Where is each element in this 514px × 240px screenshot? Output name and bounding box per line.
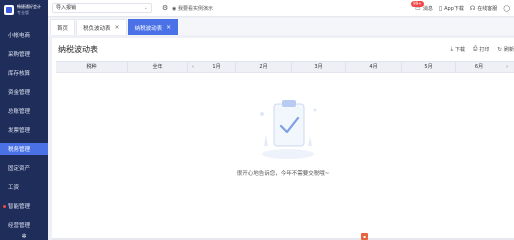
column-header-month: 1月 bbox=[198, 62, 236, 73]
empty-state-message: 很开心地告诉您，今年不需要交税哦~ bbox=[236, 171, 330, 177]
sidebar-item-label: 发票管理 bbox=[8, 128, 31, 134]
column-header-tax-type: 税种 bbox=[56, 62, 128, 73]
gear-icon[interactable]: ⚙ bbox=[162, 4, 170, 12]
tab-label: 税负波动表 bbox=[83, 25, 111, 32]
demo-link[interactable]: ◉ 我要看实例演示 bbox=[172, 5, 213, 12]
chevron-left-icon[interactable]: ‹ bbox=[188, 62, 198, 73]
chevron-right-icon[interactable]: › bbox=[502, 62, 512, 73]
app-download-button[interactable]: ▯ App下载 bbox=[439, 5, 464, 12]
sidebar-item-funds[interactable]: 资金管理 bbox=[0, 86, 48, 98]
sidebar-item-label: 固定资产 bbox=[8, 166, 31, 172]
tab-tax-fluctuation[interactable]: 纳税波动表 × bbox=[127, 19, 179, 35]
empty-state-illustration bbox=[260, 100, 317, 159]
sidebar-item-label: 经营管理 bbox=[8, 223, 31, 229]
print-icon: ⎙ bbox=[472, 46, 478, 52]
feedback-icon[interactable]: ▪ bbox=[361, 233, 368, 240]
company-selector[interactable]: 导入报销 ⌄ bbox=[52, 3, 152, 13]
refresh-icon: ↻ bbox=[497, 46, 502, 53]
close-icon[interactable]: × bbox=[166, 24, 171, 31]
sidebar-item-label: 资金管理 bbox=[8, 90, 31, 96]
toolbar: ⤓ 下载 ⎙ 打印 ↻ 刷新 bbox=[451, 46, 514, 53]
sidebar-item-business[interactable]: 经营管理 bbox=[0, 219, 48, 231]
sidebar-item-tax[interactable]: 税务管理 bbox=[0, 143, 48, 155]
tab-tax-burden[interactable]: 税负波动表 × bbox=[76, 19, 127, 35]
column-header-month: 3月 bbox=[292, 62, 346, 73]
messages-label: 消息 bbox=[422, 5, 433, 12]
main-panel: 纳税波动表 ⤓ 下载 ⎙ 打印 ↻ 刷新 税种 全年 ‹ 1月 2月 3月 4月… bbox=[52, 38, 514, 240]
sidebar-item-purchase[interactable]: 采购管理 bbox=[0, 48, 48, 60]
demo-link-label: 我要看实例演示 bbox=[177, 6, 213, 12]
new-dot bbox=[3, 204, 6, 208]
messages-badge: 99+ bbox=[411, 0, 424, 7]
download-button[interactable]: ⤓ 下载 bbox=[451, 46, 465, 53]
settings-icon[interactable]: ✲ bbox=[0, 232, 48, 240]
column-header-month: 5月 bbox=[402, 62, 456, 73]
tab-bar: 首页 税负波动表 × 纳税波动表 × bbox=[48, 18, 514, 35]
sidebar: 畅捷通好会计 专业版 小帐电商 采购管理 库存核算 资金管理 总账管理 发票管理… bbox=[0, 0, 48, 240]
online-service-button[interactable]: ☊ 在线客服 bbox=[470, 5, 497, 12]
close-icon[interactable]: × bbox=[115, 24, 120, 31]
refresh-label: 刷新 bbox=[503, 47, 514, 53]
sidebar-item-fixed-assets[interactable]: 固定资产 bbox=[0, 162, 48, 174]
column-header-month: 4月 bbox=[346, 62, 402, 73]
app-logo[interactable]: 畅捷通好会计 专业版 bbox=[0, 0, 48, 20]
print-label: 打印 bbox=[479, 47, 490, 53]
logo-icon bbox=[4, 5, 14, 15]
logo-subtitle: 专业版 bbox=[17, 10, 29, 15]
sidebar-item-label: 小帐电商 bbox=[8, 33, 31, 39]
download-icon: ⤓ bbox=[450, 46, 453, 52]
page-title: 纳税波动表 bbox=[58, 45, 98, 54]
table-header: 税种 全年 ‹ 1月 2月 3月 4月 5月 6月 › bbox=[56, 61, 514, 73]
sidebar-item-smart[interactable]: 智能管理 bbox=[0, 200, 48, 212]
sidebar-item-invoice[interactable]: 发票管理 bbox=[0, 124, 48, 136]
online-service-label: 在线客服 bbox=[477, 5, 498, 12]
company-name: 导入报销 bbox=[56, 5, 77, 11]
sidebar-item-payroll[interactable]: 工资 bbox=[0, 181, 48, 193]
column-header-full-year: 全年 bbox=[128, 62, 188, 73]
phone-icon: ▯ bbox=[438, 4, 443, 12]
sidebar-item-label: 库存核算 bbox=[8, 71, 31, 77]
column-header-month: 2月 bbox=[236, 62, 292, 73]
tab-home[interactable]: 首页 bbox=[50, 19, 76, 35]
top-bar: 导入报销 ⌄ ⚙ ◉ 我要看实例演示 99+ ▭ 消息 ▯ App下载 ☊ 在线… bbox=[48, 0, 514, 17]
sidebar-item-label: 工资 bbox=[8, 185, 20, 191]
sidebar-item-ecommerce[interactable]: 小帐电商 bbox=[0, 29, 48, 41]
headset-icon: ☊ bbox=[469, 4, 476, 12]
chevron-down-icon: ⌄ bbox=[143, 5, 148, 11]
sidebar-item-label: 总账管理 bbox=[8, 109, 31, 115]
app-download-label: App下载 bbox=[444, 5, 464, 12]
download-label: 下载 bbox=[454, 47, 465, 53]
tab-label: 纳税波动表 bbox=[134, 25, 163, 32]
messages-button[interactable]: 99+ ▭ 消息 bbox=[411, 0, 433, 12]
column-header-month: 6月 bbox=[474, 64, 484, 70]
refresh-button[interactable]: ↻ 刷新 bbox=[497, 46, 514, 54]
user-icon[interactable]: ◯ bbox=[503, 5, 510, 12]
sidebar-item-inventory[interactable]: 库存核算 bbox=[0, 67, 48, 79]
tab-label: 首页 bbox=[57, 25, 69, 32]
sidebar-item-label: 税务管理 bbox=[8, 147, 31, 153]
print-button[interactable]: ⎙ 打印 bbox=[473, 46, 489, 53]
sidebar-item-label: 采购管理 bbox=[8, 52, 31, 58]
sidebar-item-label: 智能管理 bbox=[8, 204, 31, 210]
sidebar-item-ledger[interactable]: 总账管理 bbox=[0, 105, 48, 117]
